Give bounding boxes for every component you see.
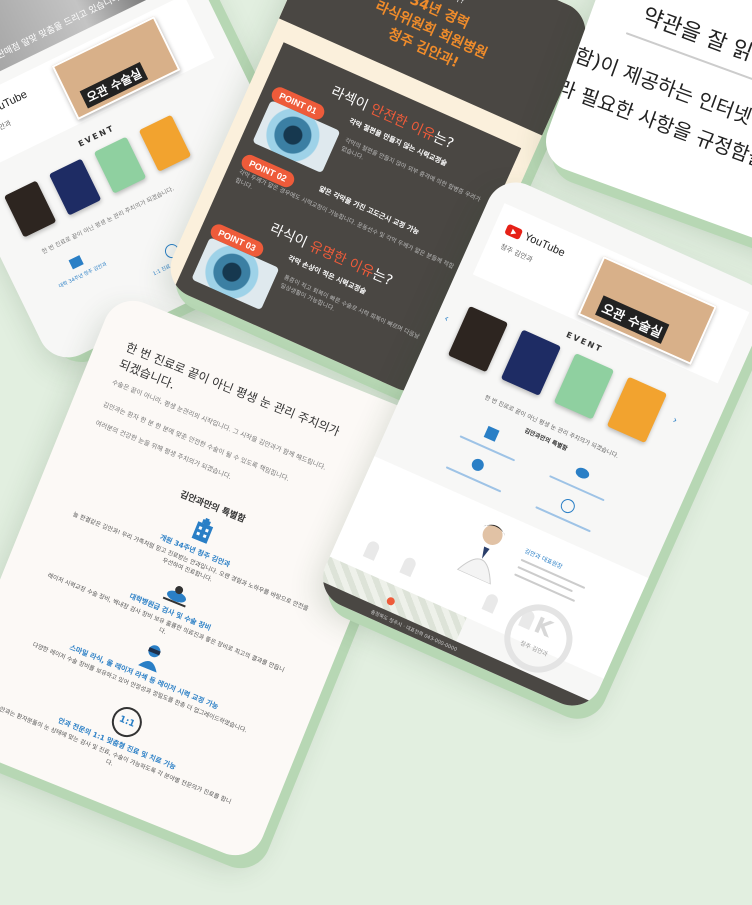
terms-line-1: 약관을 잘 읽어 <box>638 3 752 74</box>
event-label: EVENT <box>564 330 605 355</box>
one-to-one-label: 1:1 <box>117 714 137 730</box>
feature-text-1: 대학 34주년 청주 김안과 <box>58 261 108 290</box>
hospital-building-icon <box>188 514 219 545</box>
event-card-2[interactable] <box>48 158 102 216</box>
main-doctor-photo <box>456 514 517 586</box>
thumbnail-banner: 오관 수술실 <box>79 61 149 109</box>
one-to-one-chat-icon: 1:1 <box>107 702 147 742</box>
youtube-caption: 청주 김안과 <box>499 242 534 264</box>
youtube-icon <box>504 223 524 240</box>
feature-icon-doctor <box>469 456 486 473</box>
youtube-label: YouTube <box>0 88 30 119</box>
feature-text-line <box>549 475 605 502</box>
carousel-next-arrow[interactable]: › <box>671 415 679 427</box>
thumbnail-banner: 오관 수술실 <box>595 295 670 344</box>
doctor-thumb <box>399 555 418 578</box>
feature-text-line <box>459 435 516 462</box>
event-card-3[interactable] <box>93 136 147 194</box>
doctor-thumb <box>481 592 500 614</box>
feature-4-title: 안과 전문의 1:1 맞춤형 진료 및 치료 가능 <box>56 716 177 772</box>
feature-icon-1to1 <box>558 496 578 516</box>
doctor-thumb <box>362 539 382 561</box>
carousel-prev-arrow[interactable]: ‹ <box>442 313 450 325</box>
feature-icon-building <box>483 425 500 442</box>
event-card-1[interactable] <box>3 180 57 238</box>
event-card-2[interactable] <box>500 329 562 396</box>
feature-icon-building <box>68 255 84 270</box>
feature-icon-equipment <box>574 465 591 481</box>
youtube-caption: 청주 김안과 <box>0 119 13 141</box>
doctor-title: 김안과 대표원장 <box>523 547 564 571</box>
event-card-4[interactable] <box>606 376 668 444</box>
doctors-section: 김안과 대표원장 <box>329 456 649 679</box>
feature-text-line <box>445 466 502 493</box>
doctor-icon <box>136 640 168 673</box>
event-card-3[interactable] <box>553 353 615 420</box>
event-card-1[interactable] <box>447 305 509 373</box>
map-pin-icon <box>385 595 397 607</box>
point3-eye-image <box>191 237 280 311</box>
event-card-4[interactable] <box>138 114 192 172</box>
